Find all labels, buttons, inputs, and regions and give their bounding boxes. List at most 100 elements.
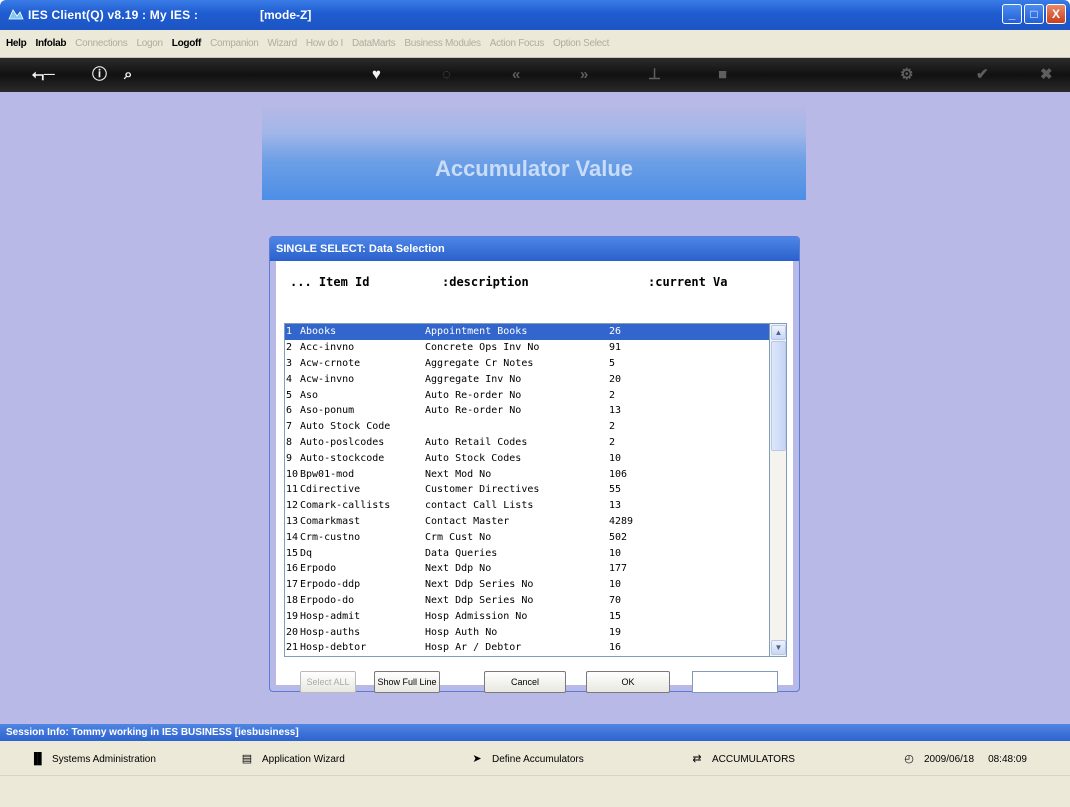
list-item[interactable]: 4 Acw-invno Aggregate Inv No 20 (285, 371, 769, 387)
status-date: 2009/06/18 (924, 753, 975, 765)
row-current-value: 55 (609, 484, 622, 496)
row-description: Hosp Auth No (425, 626, 498, 638)
row-current-value: 91 (609, 342, 622, 354)
list-item[interactable]: 13 Comarkmast Contact Master 4289 (285, 514, 769, 530)
status-application-wizard[interactable]: ▤ Application Wizard (240, 753, 345, 765)
back-key-icon[interactable]: ⮢─ (32, 66, 55, 84)
status-bar: ▐▌ Systems Administration ▤ Application … (0, 741, 1070, 775)
row-item-id: Erpodo-do (300, 594, 355, 606)
row-item-id: Comarkmast (300, 515, 361, 527)
status-define-accumulators[interactable]: ➤ Define Accumulators (470, 753, 584, 765)
row-description: Auto Stock Codes (425, 452, 522, 464)
row-number: 9 (286, 452, 293, 464)
list-item[interactable]: 18 Erpodo-do Next Ddp Series No 70 (285, 593, 769, 609)
heart-icon[interactable]: ♥ (372, 66, 381, 84)
list-item[interactable]: 16 Erpodo Next Ddp No 177 (285, 561, 769, 577)
close-window-button[interactable]: X (1046, 4, 1066, 24)
menu-logon[interactable]: Logon (136, 38, 163, 49)
menu-datamarts[interactable]: DataMarts (352, 38, 396, 49)
search-icon[interactable]: ⌕ (124, 66, 132, 84)
select-all-button[interactable]: Select ALL (300, 671, 356, 693)
menu-wizard[interactable]: Wizard (268, 38, 298, 49)
accumulators-icon: ⇄ (692, 753, 702, 765)
close-icon[interactable]: ✖ (1040, 66, 1053, 84)
list-item[interactable]: 20 Hosp-auths Hosp Auth No 19 (285, 624, 769, 640)
settings-icon[interactable]: ⚙ (900, 66, 913, 84)
row-current-value: 106 (609, 468, 628, 480)
row-current-value: 13 (609, 405, 622, 417)
list-item[interactable]: 10 Bpw01-mod Next Mod No 106 (285, 466, 769, 482)
next-icon[interactable]: » (580, 66, 588, 84)
row-item-id: Acc-invno (300, 342, 355, 354)
list-item[interactable]: 8 Auto-poslcodes Auto Retail Codes 2 (285, 435, 769, 451)
status-systems-administration[interactable]: ▐▌ Systems Administration (30, 753, 156, 765)
status-accumulators[interactable]: ⇄ ACCUMULATORS (690, 753, 795, 765)
row-current-value: 10 (609, 547, 622, 559)
row-current-value: 4289 (609, 515, 634, 527)
maximize-button[interactable]: □ (1024, 4, 1044, 24)
check-icon[interactable]: ✔ (976, 66, 989, 84)
menu-bar: Help Infolab Connections Logon Logoff Co… (0, 30, 1070, 58)
vertical-scrollbar[interactable]: ▲ ▼ (770, 323, 787, 657)
list-item[interactable]: 6 Aso-ponum Auto Re-order No 13 (285, 403, 769, 419)
menu-connections[interactable]: Connections (75, 38, 128, 49)
status-time: 08:48:09 (988, 753, 1027, 765)
list-item[interactable]: 9 Auto-stockcode Auto Stock Codes 10 (285, 450, 769, 466)
row-description: Hosp Admission No (425, 610, 528, 622)
list-item[interactable]: 5 Aso Auto Re-order No 2 (285, 387, 769, 403)
list-item[interactable]: 7 Auto Stock Code 2 (285, 419, 769, 435)
menu-option-select[interactable]: Option Select (553, 38, 609, 49)
help-icon[interactable]: ⓘ (92, 66, 107, 84)
row-current-value: 502 (609, 531, 628, 543)
scroll-up-icon[interactable]: ▲ (771, 325, 786, 340)
list-item[interactable]: 1 Abooks Appointment Books 26 (285, 324, 769, 340)
row-item-id: Dq (300, 547, 313, 559)
list-item[interactable]: 17 Erpodo-ddp Next Ddp Series No 10 (285, 577, 769, 593)
title-bar: IES Client(Q) v8.19 : My IES : [mode-Z] … (0, 0, 1070, 30)
list-item[interactable]: 2 Acc-invno Concrete Ops Inv No 91 (285, 340, 769, 356)
status-systems-administration-label: Systems Administration (52, 753, 156, 765)
status-application-wizard-label: Application Wizard (262, 753, 345, 765)
row-description: Next Ddp Series No (425, 594, 534, 606)
toolbar: ⮢─ ⓘ ⌕ ♥ ◌ « » ⊥ ■ ⚙ ✔ ✖ (0, 58, 1070, 92)
admin-icon: ▐▌ (30, 753, 46, 765)
list-item[interactable]: 3 Acw-crnote Aggregate Cr Notes 5 (285, 356, 769, 372)
ok-button[interactable]: OK (586, 671, 670, 693)
menu-help[interactable]: Help (6, 38, 27, 49)
menu-infolab[interactable]: Infolab (35, 38, 66, 49)
menu-companion[interactable]: Companion (210, 38, 259, 49)
menu-business-modules[interactable]: Business Modules (404, 38, 481, 49)
row-number: 21 (286, 642, 299, 654)
tree-icon[interactable]: ⊥ (648, 66, 661, 84)
refresh-icon[interactable]: ◌ (442, 66, 451, 84)
stop-icon[interactable]: ■ (718, 66, 727, 84)
row-item-id: Erpodo (300, 563, 337, 575)
row-item-id: Hosp-auths (300, 626, 361, 638)
selection-input[interactable] (692, 671, 778, 693)
list-item[interactable]: 19 Hosp-admit Hosp Admission No 15 (285, 608, 769, 624)
minimize-button[interactable]: _ (1002, 4, 1022, 24)
menu-logoff[interactable]: Logoff (172, 38, 202, 49)
arrow-icon: ➤ (472, 753, 482, 765)
show-full-line-button[interactable]: Show Full Line (374, 671, 440, 693)
row-item-id: Hosp-admit (300, 610, 361, 622)
list-item[interactable]: 21 Hosp-debtor Hosp Ar / Debtor 16 (285, 640, 769, 656)
data-list[interactable]: 1 Abooks Appointment Books 26 2 Acc-invno Conc… (284, 323, 770, 657)
menu-action-focus[interactable]: Action Focus (490, 38, 545, 49)
status-define-accumulators-label: Define Accumulators (492, 753, 584, 765)
row-current-value: 20 (609, 373, 622, 385)
menu-how-do-i[interactable]: How do I (306, 38, 343, 49)
row-item-id: Comark-callists (300, 500, 391, 512)
scroll-thumb[interactable] (771, 341, 786, 451)
list-item[interactable]: 11 Cdirective Customer Directives 55 (285, 482, 769, 498)
header-description: :description (442, 275, 529, 289)
row-current-value: 16 (609, 642, 622, 654)
scroll-down-icon[interactable]: ▼ (771, 640, 786, 655)
prev-icon[interactable]: « (512, 66, 520, 84)
list-item[interactable]: 12 Comark-callists contact Call Lists 13 (285, 498, 769, 514)
list-item[interactable]: 14 Crm-custno Crm Cust No 502 (285, 529, 769, 545)
row-number: 8 (286, 436, 293, 448)
row-description: Concrete Ops Inv No (425, 342, 540, 354)
list-item[interactable]: 15 Dq Data Queries 10 (285, 545, 769, 561)
cancel-button[interactable]: Cancel (484, 671, 566, 693)
